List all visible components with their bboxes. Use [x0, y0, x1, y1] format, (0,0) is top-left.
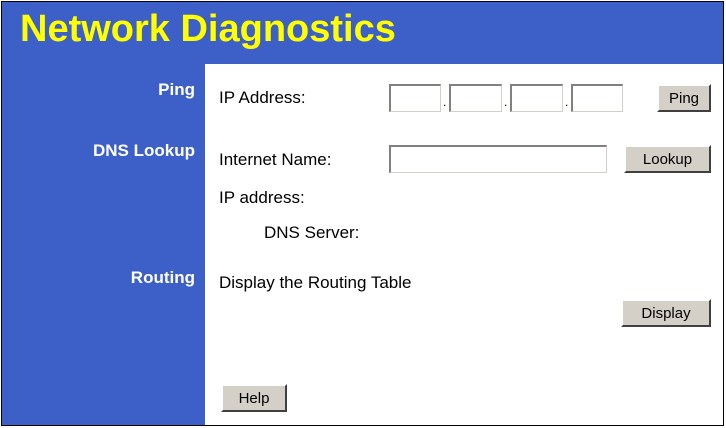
lookup-button[interactable]: Lookup: [624, 145, 711, 173]
section-label-dns-lookup: DNS Lookup: [93, 141, 195, 160]
ip-octet-4-input[interactable]: [571, 84, 623, 112]
ping-button[interactable]: Ping: [657, 84, 711, 112]
ip-octet-3-input[interactable]: [510, 84, 563, 112]
sidebar: Ping DNS Lookup Routing: [2, 64, 205, 425]
routing-description: Display the Routing Table: [219, 273, 412, 292]
ip-octet-1-input[interactable]: [389, 84, 441, 112]
ip-separator-1: .: [443, 95, 447, 109]
section-label-routing: Routing: [130, 268, 195, 287]
internet-name-input[interactable]: [389, 145, 607, 173]
page-title: Network Diagnostics: [20, 8, 396, 50]
title-banner: Network Diagnostics: [2, 2, 723, 64]
ip-separator-3: .: [565, 95, 569, 109]
page-frame: Network Diagnostics Ping DNS Lookup Rout…: [1, 1, 724, 426]
dns-server-label: DNS Server:: [264, 223, 360, 242]
ip-octet-2-input[interactable]: [449, 84, 502, 112]
section-label-ping: Ping: [158, 80, 195, 99]
display-button[interactable]: Display: [621, 299, 711, 327]
internet-name-label: Internet Name:: [219, 150, 332, 169]
help-button[interactable]: Help: [221, 384, 287, 412]
ip-address-result-label: IP address:: [219, 188, 305, 207]
ip-separator-2: .: [504, 95, 508, 109]
ip-address-label: IP Address:: [219, 88, 306, 107]
